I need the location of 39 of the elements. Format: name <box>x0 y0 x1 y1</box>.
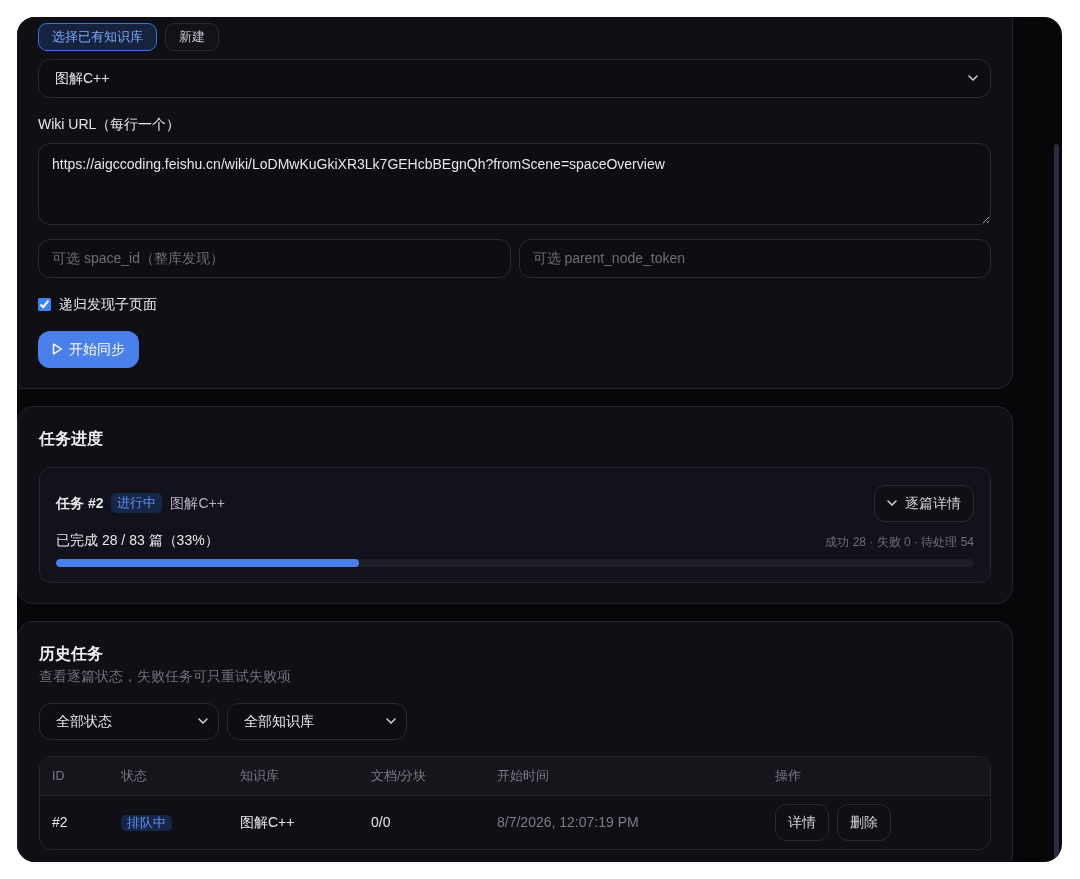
column-header: 开始时间 <box>497 768 549 783</box>
column-header: 操作 <box>775 768 801 783</box>
filter-select[interactable]: 全部知识库 <box>227 702 407 740</box>
section-title: 历史任务 <box>39 643 104 664</box>
filter-select[interactable]: 全部状态 <box>39 702 219 740</box>
source-tab[interactable]: 选择已有知识库 <box>38 23 157 51</box>
chevron-down-icon <box>887 500 897 506</box>
section-title: 任务进度 <box>39 428 104 449</box>
column-header: 知识库 <box>240 768 279 783</box>
action-button[interactable]: 详情 <box>775 804 829 842</box>
details-toggle-button[interactable]: 逐篇详情 <box>874 484 974 522</box>
status-tag: 进行中 <box>111 492 163 514</box>
knowledge-base-name: 图解C++ <box>240 814 295 831</box>
task-title: 任务 #2 <box>56 493 104 513</box>
column-header: 文档/分块 <box>371 768 427 783</box>
parent-node-token-input[interactable]: 可选 parent_node_token <box>518 238 991 278</box>
task-id: #2 <box>52 814 68 831</box>
wiki-url-textarea[interactable]: https://aigccoding.feishu.cn/wiki/LoDMwKuGkiXR3Lk7GEHcbBEgnQh?fromScene=spaceOverview <box>38 142 991 225</box>
doc-count: 0/0 <box>371 814 391 831</box>
progress-text: 已完成 28 / 83 篇（33%） <box>56 530 219 550</box>
section-subtitle: 查看逐篇状态，失败任务可只重试失败项 <box>39 666 292 686</box>
recursive-checkbox[interactable] <box>38 297 51 311</box>
status-tag: 排队中 <box>121 815 172 832</box>
checkbox-label: 递归发现子页面 <box>59 294 157 314</box>
progress-stats: 成功 28 · 失败 0 · 待处理 54 <box>825 533 974 551</box>
field-label: Wiki URL（每行一个） <box>38 114 182 134</box>
column-header: 状态 <box>121 768 147 783</box>
chevron-down-icon <box>386 718 396 724</box>
column-header: ID <box>52 768 65 783</box>
knowledge-base-name: 图解C++ <box>170 493 225 513</box>
start-time: 8/7/2026, 12:07:19 PM <box>497 814 639 831</box>
chevron-down-icon <box>968 75 978 81</box>
knowledge-base-select[interactable]: 图解C++ <box>38 58 991 98</box>
source-tab[interactable]: 新建 <box>165 23 219 51</box>
play-icon <box>52 343 63 355</box>
chevron-down-icon <box>198 718 208 724</box>
start-sync-button[interactable]: 开始同步 <box>38 330 139 368</box>
space-id-input[interactable]: 可选 space_id（整库发现） <box>38 238 511 278</box>
action-button[interactable]: 删除 <box>837 804 891 842</box>
